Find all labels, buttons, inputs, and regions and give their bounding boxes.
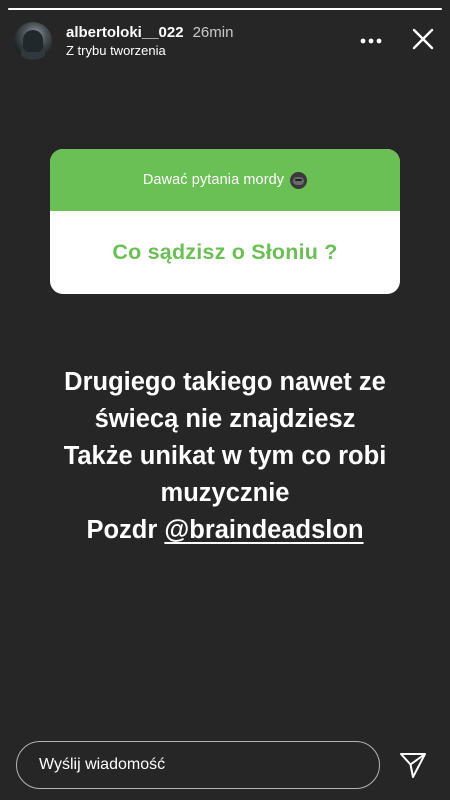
send-button[interactable]: [392, 744, 434, 786]
question-sticker-body: Co sądzisz o Słoniu ?: [50, 211, 400, 294]
user-info: albertoloki__022 26min Z trybu tworzenia: [66, 24, 233, 58]
send-message-placeholder: Wyślij wiadomość: [39, 756, 166, 773]
story-text: Drugiego takiego nawet ze świecą nie zna…: [0, 364, 450, 549]
reply-bar: Wyślij wiadomość: [16, 740, 434, 790]
avatar[interactable]: [14, 22, 52, 60]
post-time: 26min: [192, 24, 234, 41]
story-text-prefix: Pozdr: [86, 516, 165, 544]
send-message-input[interactable]: Wyślij wiadomość: [16, 741, 380, 789]
story-text-line: świecą nie znajdziesz: [94, 405, 356, 433]
username[interactable]: albertoloki__022: [66, 24, 184, 41]
close-button[interactable]: [410, 26, 436, 52]
story-header: albertoloki__022 26min Z trybu tworzenia: [14, 18, 436, 64]
story-text-line-last: Pozdr @braindeadslon: [0, 512, 450, 549]
send-icon: [400, 753, 426, 778]
story-text-line: Także unikat w tym co robi: [63, 442, 387, 470]
more-horizontal-icon: [360, 38, 382, 44]
close-icon: [412, 28, 434, 50]
question-sticker-header: Dawać pytania mordy: [50, 149, 400, 211]
gorilla-icon: [290, 171, 308, 189]
more-options-button[interactable]: [358, 30, 384, 52]
mention-link[interactable]: @braindeadslon: [164, 516, 363, 544]
avatar-figure: [23, 30, 43, 52]
story-text-line: Drugiego takiego nawet ze: [64, 368, 386, 396]
question-sticker[interactable]: Dawać pytania mordy Co sądzisz o Słoniu …: [50, 149, 400, 294]
question-answer: Co sądzisz o Słoniu ?: [112, 240, 338, 264]
story-progress-fill: [8, 8, 442, 10]
story-subtitle: Z trybu tworzenia: [66, 43, 166, 58]
story-text-line: muzycznie: [160, 479, 290, 507]
story-progress-bar: [8, 8, 442, 10]
story-viewer[interactable]: albertoloki__022 26min Z trybu tworzenia…: [0, 0, 450, 800]
question-prompt: Dawać pytania mordy: [142, 172, 285, 188]
user-line: albertoloki__022 26min: [66, 24, 233, 41]
